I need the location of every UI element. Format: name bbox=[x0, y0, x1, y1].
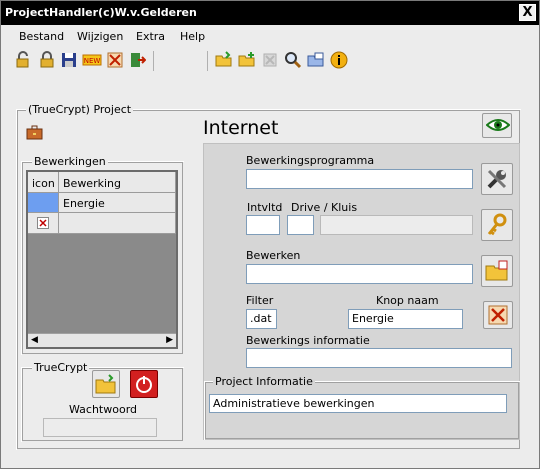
svg-text:NEW: NEW bbox=[84, 57, 101, 65]
wrench-icon bbox=[487, 169, 507, 189]
info-icon[interactable] bbox=[330, 51, 348, 69]
title-bar[interactable]: ProjectHandler(c)W.v.Gelderen X bbox=[1, 1, 539, 25]
intvltd-label: Intvltd bbox=[247, 201, 283, 214]
kluis-field[interactable] bbox=[320, 215, 473, 235]
new-icon[interactable]: NEW bbox=[82, 51, 102, 69]
eye-icon bbox=[486, 119, 510, 131]
open-folder-icon[interactable] bbox=[215, 51, 233, 69]
delete-row-icon[interactable] bbox=[37, 217, 49, 229]
search-icon[interactable] bbox=[284, 51, 302, 69]
mount-button[interactable] bbox=[92, 370, 120, 398]
table-row-empty[interactable] bbox=[59, 213, 176, 234]
project-group-label: (TrueCrypt) Project bbox=[26, 103, 134, 116]
tools-button[interactable] bbox=[481, 163, 513, 195]
menu-extra[interactable]: Extra bbox=[136, 30, 165, 43]
open-folder-button[interactable] bbox=[481, 255, 513, 287]
close-button[interactable]: X bbox=[519, 4, 536, 21]
bewerkings-informatie-label: Bewerkings informatie bbox=[246, 334, 370, 347]
table-row[interactable]: Energie bbox=[59, 193, 176, 213]
project-informatie-field[interactable]: Administratieve bewerkingen bbox=[209, 394, 507, 413]
table-row-icon-cell[interactable] bbox=[28, 193, 59, 213]
project-informatie-label: Project Informatie bbox=[213, 375, 315, 388]
menu-bar: Bestand Wijzigen Extra Help bbox=[1, 25, 539, 47]
column-header-icon[interactable]: icon bbox=[28, 172, 59, 193]
toolbar-separator bbox=[207, 51, 208, 71]
drive-kluis-label: Drive / Kluis bbox=[291, 201, 358, 214]
briefcase-icon[interactable] bbox=[26, 125, 43, 140]
folder-list-icon[interactable] bbox=[307, 51, 325, 69]
knop-naam-label: Knop naam bbox=[376, 294, 439, 307]
delete-icon[interactable] bbox=[106, 51, 124, 69]
toolbar-separator bbox=[153, 51, 154, 71]
disabled-icon[interactable] bbox=[261, 51, 279, 69]
new-row-icon-cell[interactable] bbox=[28, 213, 59, 234]
folder-edit-icon bbox=[485, 260, 508, 281]
scroll-right-icon[interactable]: ▶ bbox=[166, 335, 173, 345]
bewerkingsprogramma-field[interactable] bbox=[246, 169, 473, 189]
power-icon bbox=[136, 376, 152, 393]
icon-picker-button[interactable] bbox=[483, 301, 513, 329]
filter-label: Filter bbox=[246, 294, 274, 307]
lock-icon[interactable] bbox=[38, 51, 56, 69]
drive-field[interactable] bbox=[287, 215, 314, 235]
password-label: Wachtwoord bbox=[69, 403, 138, 416]
bewerkings-informatie-field[interactable] bbox=[246, 348, 512, 368]
delete-icon bbox=[488, 305, 508, 325]
menu-help[interactable]: Help bbox=[180, 30, 205, 43]
exit-icon[interactable] bbox=[128, 51, 146, 69]
window-title: ProjectHandler(c)W.v.Gelderen bbox=[5, 6, 197, 19]
password-field[interactable] bbox=[43, 418, 157, 437]
horizontal-scrollbar[interactable]: ◀ ▶ bbox=[28, 333, 176, 347]
new-folder-icon[interactable] bbox=[238, 51, 256, 69]
menu-wijzigen[interactable]: Wijzigen bbox=[77, 30, 123, 43]
app-window: ProjectHandler(c)W.v.Gelderen X Bestand … bbox=[0, 0, 540, 469]
key-icon bbox=[487, 213, 507, 236]
bewerkingsprogramma-label: Bewerkingsprogramma bbox=[246, 154, 375, 167]
menu-bestand[interactable]: Bestand bbox=[19, 30, 64, 43]
toolbar: NEW bbox=[1, 49, 539, 73]
bewerken-field[interactable] bbox=[246, 264, 473, 284]
knop-naam-field[interactable]: Energie bbox=[348, 309, 463, 329]
key-button[interactable] bbox=[481, 209, 513, 241]
bewerkingen-label: Bewerkingen bbox=[32, 155, 108, 168]
truecrypt-label: TrueCrypt bbox=[32, 361, 90, 374]
bewerkingen-grid[interactable]: icon Bewerking Energie ◀ ▶ bbox=[26, 170, 178, 349]
page-title: Internet bbox=[203, 117, 279, 139]
column-header-bewerking[interactable]: Bewerking bbox=[59, 172, 176, 193]
dismount-button[interactable] bbox=[130, 370, 158, 398]
open-folder-icon bbox=[95, 374, 116, 394]
bewerken-label: Bewerken bbox=[246, 249, 301, 262]
scroll-left-icon[interactable]: ◀ bbox=[31, 335, 38, 345]
filter-field[interactable]: .dat bbox=[246, 309, 277, 329]
unlock-icon[interactable] bbox=[14, 51, 32, 69]
view-button[interactable] bbox=[482, 113, 512, 138]
intvltd-field[interactable] bbox=[246, 215, 280, 235]
save-icon[interactable] bbox=[60, 51, 78, 69]
